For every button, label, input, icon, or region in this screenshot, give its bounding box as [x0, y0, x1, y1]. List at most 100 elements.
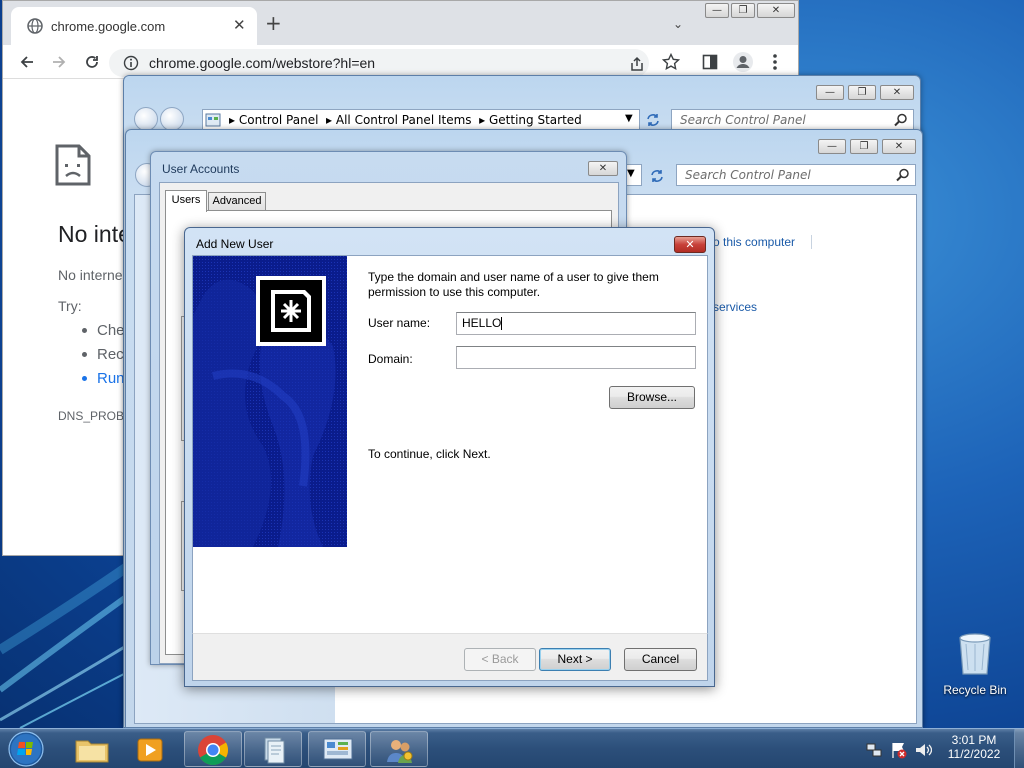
cancel-button[interactable]: Cancel — [624, 648, 697, 671]
breadcrumb-all-items[interactable]: All Control Panel Items — [336, 113, 472, 127]
side-panel-icon[interactable] — [702, 54, 718, 70]
error-subtext: No interne — [58, 267, 123, 283]
address-dropdown-icon[interactable]: ▼ — [625, 113, 633, 124]
search-control-panel-input[interactable]: Search Control Panel — [676, 164, 916, 186]
menu-kebab-icon[interactable] — [772, 53, 778, 71]
recycle-bin-label: Recycle Bin — [943, 683, 1007, 697]
try-label: Try: — [58, 298, 82, 314]
bullet — [82, 328, 87, 333]
tab-advanced[interactable]: Advanced — [208, 192, 266, 211]
close-button[interactable]: ✕ — [588, 161, 618, 176]
action-center-flag-icon[interactable] — [890, 741, 908, 759]
search-icon[interactable] — [894, 113, 908, 127]
forward-nav-button[interactable] — [160, 107, 184, 131]
users-icon — [387, 740, 413, 763]
taskbar-explorer[interactable] — [62, 731, 120, 767]
taskbar-clock[interactable]: 3:01 PM 11/2/2022 — [940, 733, 1008, 761]
add-new-user-dialog: Add New User ✕ Type the domain and user … — [184, 227, 715, 687]
address-dropdown-icon[interactable]: ▼ — [627, 168, 635, 179]
search-placeholder: Search Control Panel — [685, 168, 811, 182]
media-player-icon — [137, 738, 163, 762]
url-text: chrome.google.com/webstore?hl=en — [149, 55, 376, 71]
chrome-tab[interactable]: chrome.google.com ✕ — [11, 7, 257, 45]
chrome-maximize-button[interactable]: ❐ — [731, 3, 755, 18]
continue-hint: To continue, click Next. — [368, 447, 491, 461]
browse-button[interactable]: Browse... — [609, 386, 695, 409]
taskbar-user-accounts[interactable] — [370, 731, 428, 767]
volume-icon[interactable] — [914, 741, 932, 759]
chrome-close-button[interactable]: ✕ — [757, 3, 795, 18]
breadcrumb-control-panel[interactable]: Control Panel — [239, 113, 319, 127]
dialog-title: Add New User — [196, 237, 274, 251]
close-button[interactable]: ✕ — [882, 139, 916, 154]
chrome-icon — [198, 735, 229, 766]
tab-search-chevron-icon[interactable]: ⌄ — [673, 17, 683, 31]
maximize-button[interactable]: ❐ — [850, 139, 878, 154]
error-heading: No inte — [58, 221, 128, 247]
maximize-button[interactable]: ❐ — [848, 85, 876, 100]
bookmark-star-icon[interactable] — [662, 53, 680, 71]
close-tab-icon[interactable]: ✕ — [233, 16, 246, 34]
profile-avatar-icon[interactable] — [732, 51, 754, 73]
new-tab-button[interactable]: + — [265, 13, 282, 33]
clock-time: 3:01 PM — [951, 733, 997, 747]
search-icon[interactable] — [896, 168, 910, 182]
tab-title: chrome.google.com — [51, 19, 166, 34]
minimize-button[interactable]: — — [818, 139, 846, 154]
info-icon[interactable] — [123, 55, 139, 71]
suggestion-run-diagnostics-link[interactable]: Run — [97, 370, 125, 387]
dialog-close-button[interactable]: ✕ — [674, 236, 706, 253]
username-field[interactable]: HELLO — [456, 312, 696, 335]
globe-icon — [27, 18, 43, 34]
refresh-icon[interactable] — [644, 111, 662, 129]
document-stack-icon — [264, 737, 285, 764]
address-breadcrumb[interactable]: ▸ Control Panel ▸ All Control Panel Item… — [202, 109, 640, 131]
breadcrumb-getting-started[interactable]: Getting Started — [489, 113, 582, 127]
chrome-minimize-button[interactable]: — — [705, 3, 729, 18]
taskbar: 3:01 PM 11/2/2022 — [0, 728, 1024, 768]
show-desktop-button[interactable] — [1014, 729, 1024, 768]
link-divider — [811, 235, 812, 249]
user-accounts-title: User Accounts — [162, 162, 240, 176]
back-arrow-icon[interactable] — [19, 54, 35, 70]
sad-page-icon — [55, 144, 91, 186]
dialog-body: Type the domain and user name of a user … — [192, 255, 708, 660]
back-button[interactable]: < Back — [464, 648, 536, 671]
close-button[interactable]: ✕ — [880, 85, 914, 100]
bullet — [82, 376, 87, 381]
username-value: HELLO — [462, 316, 502, 330]
next-button[interactable]: Next > — [539, 648, 611, 671]
control-panel-link[interactable]: o this computer — [713, 235, 795, 249]
services-link[interactable]: services — [713, 300, 757, 314]
minimize-button[interactable]: — — [816, 85, 844, 100]
breadcrumb-item[interactable]: ▸ Control Panel ▸ All Control Panel Item… — [229, 113, 582, 127]
taskbar-media-player[interactable] — [122, 731, 180, 767]
search-placeholder: Search Control Panel — [680, 113, 806, 127]
tab-users[interactable]: Users — [165, 190, 207, 212]
recycle-bin-icon — [959, 633, 991, 675]
suggestion-reconnect: Reco — [97, 346, 125, 363]
start-orb-icon[interactable] — [6, 730, 46, 768]
username-label: User name: — [368, 316, 431, 330]
domain-label: Domain: — [368, 352, 413, 366]
share-icon[interactable] — [629, 56, 645, 72]
control-panel-icon — [323, 738, 353, 760]
forward-arrow-icon[interactable] — [51, 54, 67, 70]
address-bar[interactable]: chrome.google.com/webstore?hl=en — [109, 49, 649, 77]
error-code: DNS_PROBE_ — [58, 409, 128, 423]
taskbar-chrome[interactable] — [184, 731, 242, 767]
network-tray-icon[interactable] — [866, 742, 882, 758]
taskbar-control-panel[interactable] — [308, 731, 366, 767]
search-control-panel-input[interactable]: Search Control Panel — [671, 109, 914, 131]
control-panel-icon — [205, 113, 221, 127]
domain-field[interactable] — [456, 346, 696, 369]
recycle-bin-desktop-icon[interactable]: Recycle Bin — [940, 630, 1010, 700]
clock-date: 11/2/2022 — [947, 747, 1001, 761]
bullet — [82, 352, 87, 357]
taskbar-file-manager[interactable] — [244, 731, 302, 767]
chrome-toolbar: chrome.google.com/webstore?hl=en — [3, 45, 798, 79]
dialog-footer: < Back Next > Cancel — [192, 633, 708, 681]
refresh-icon[interactable] — [648, 167, 666, 185]
reload-icon[interactable] — [83, 53, 101, 71]
back-nav-button[interactable] — [134, 107, 158, 131]
